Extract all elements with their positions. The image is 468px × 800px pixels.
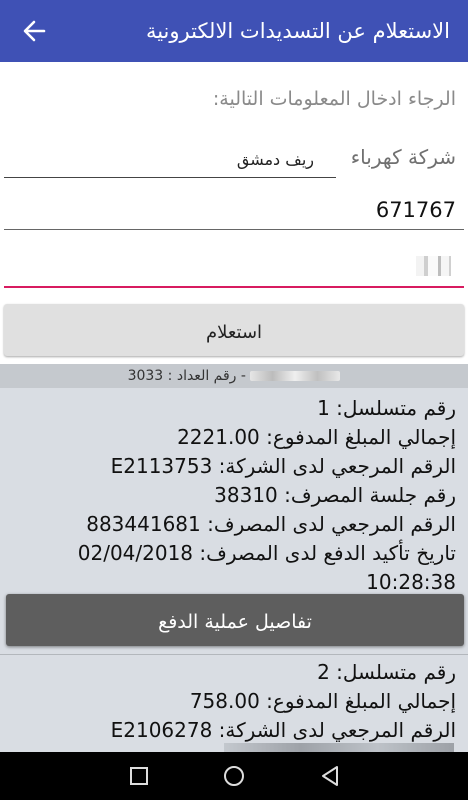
system-nav-bar (0, 752, 468, 800)
masked-value (416, 256, 456, 276)
serial-number: رقم متسلسل: 1 (317, 396, 456, 420)
redacted-text (250, 371, 341, 381)
confirm-time: 10:28:38 (366, 570, 456, 594)
subscriber-number-field[interactable]: 671767 (4, 192, 464, 230)
arrow-back-icon[interactable] (20, 17, 48, 45)
payment-details-button[interactable]: تفاصيل عملية الدفع (6, 594, 464, 646)
company-selected-value: ريف دمشق (236, 150, 314, 169)
list-item: رقم متسلسل: 1 إجمالي المبلغ المدفوع: 222… (0, 394, 468, 597)
results-subheader: - رقم العداد : 3033 (0, 364, 468, 388)
bank-session: رقم جلسة المصرف: 38310 (214, 483, 456, 507)
page-title: الاستعلام عن التسديدات الالكترونية (145, 19, 450, 43)
serial-number: رقم متسلسل: 2 (317, 660, 456, 684)
bank-reference: الرقم المرجعي لدى المصرف: 883441681 (86, 512, 456, 536)
confirm-date: تاريخ تأكيد الدفع لدى المصرف: 02/04/2018 (77, 541, 456, 565)
query-button[interactable]: استعلام (4, 304, 464, 356)
results-list[interactable]: - رقم العداد : 3033 رقم متسلسل: 1 إجمالي… (0, 364, 468, 752)
recent-apps-icon[interactable] (127, 764, 151, 788)
meter-number: - رقم العداد : 3033 (127, 368, 246, 384)
back-icon[interactable] (318, 764, 342, 788)
company-reference: الرقم المرجعي لدى الشركة: E2113753 (110, 454, 456, 478)
home-icon[interactable] (222, 764, 246, 788)
masked-input-field[interactable] (4, 248, 464, 288)
subscriber-number-value: 671767 (375, 198, 456, 222)
company-select[interactable]: ريف دمشق (4, 142, 336, 178)
total-paid: إجمالي المبلغ المدفوع: 2221.00 (177, 425, 456, 449)
company-reference: الرقم المرجعي لدى الشركة: E2106278 (110, 718, 456, 742)
instruction-text: الرجاء ادخال المعلومات التالية: (212, 88, 456, 110)
cut-off-text (224, 743, 454, 752)
list-item: رقم متسلسل: 2 إجمالي المبلغ المدفوع: 758… (0, 658, 468, 745)
app-bar: الاستعلام عن التسديدات الالكترونية (0, 0, 468, 62)
total-paid: إجمالي المبلغ المدفوع: 758.00 (189, 689, 456, 713)
divider (0, 654, 468, 655)
company-label: شركة كهرباء (350, 145, 456, 169)
